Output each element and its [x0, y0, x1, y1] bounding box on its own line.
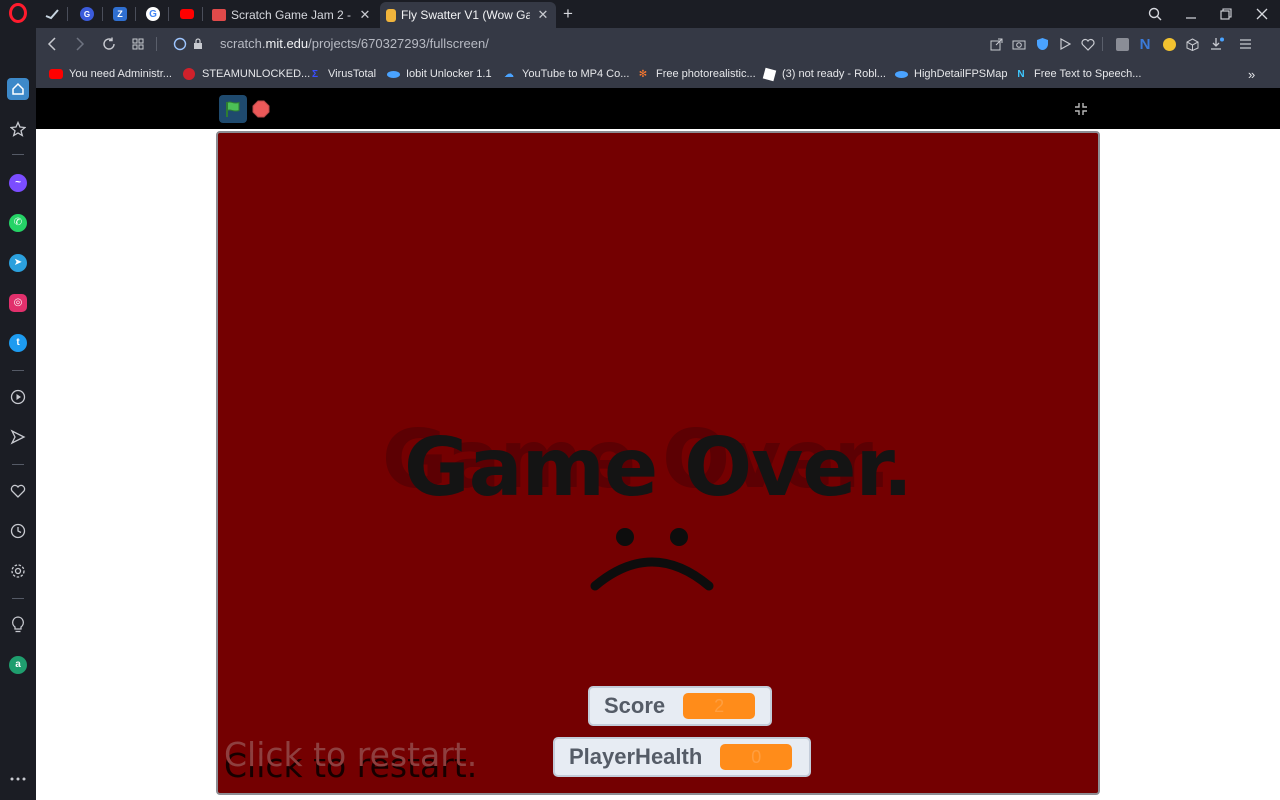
lightbulb-icon[interactable]	[7, 614, 29, 636]
scratch-fullscreen-page: Game Over. Game Over. Score 2 PlayerHeal…	[36, 88, 1280, 800]
stage-controls-bar	[36, 88, 1280, 129]
virustotal-icon: Σ	[311, 68, 318, 80]
aria-icon[interactable]: a	[7, 654, 29, 676]
extension-icon[interactable]	[1113, 35, 1131, 53]
camera-icon[interactable]	[1010, 35, 1028, 53]
reload-icon[interactable]	[99, 34, 119, 54]
stop-button[interactable]	[252, 100, 270, 118]
heart-icon[interactable]	[1079, 35, 1097, 53]
tab-strip: G Z G Scratch Game Jam 2 - Wow ✕ Fly Swa…	[36, 0, 1280, 28]
home-icon[interactable]	[7, 78, 29, 100]
scratch-tab-icon	[386, 8, 396, 22]
heart-icon[interactable]	[7, 480, 29, 502]
history-icon[interactable]	[7, 520, 29, 542]
lock-icon[interactable]	[188, 34, 208, 54]
green-flag-icon	[226, 101, 240, 117]
exit-fullscreen-button[interactable]	[1072, 100, 1090, 118]
back-icon[interactable]	[42, 34, 62, 54]
more-icon[interactable]	[7, 768, 29, 790]
whatsapp-icon[interactable]: ✆	[7, 212, 29, 234]
bookmark-item[interactable]: HighDetailFPSMap	[894, 66, 1008, 82]
iobit-icon	[894, 67, 908, 81]
roblox-icon	[762, 67, 776, 81]
shield-icon[interactable]	[1033, 35, 1051, 53]
url-field[interactable]: scratch.mit.edu/projects/670327293/fulls…	[220, 36, 489, 51]
new-tab-button[interactable]: +	[556, 4, 580, 24]
bookmark-item[interactable]: STEAMUNLOCKED...	[182, 66, 310, 82]
tab-title: Fly Swatter V1 (Wow Game	[401, 8, 530, 22]
vpn-icon[interactable]	[170, 34, 190, 54]
player-health-label: PlayerHealth	[569, 744, 703, 769]
minimize-icon[interactable]	[1179, 4, 1203, 24]
extension-icon[interactable]	[1160, 35, 1178, 53]
download-icon[interactable]	[1208, 35, 1226, 53]
tab-scratch-game-jam[interactable]: Scratch Game Jam 2 - Wow ✕	[206, 2, 378, 28]
close-icon[interactable]: ✕	[358, 7, 372, 23]
game-stage[interactable]: Game Over. Game Over. Score 2 PlayerHeal…	[216, 131, 1100, 795]
opera-sidebar: ~ ✆ ➤ ◎ t a	[0, 0, 36, 800]
sad-face-icon	[590, 528, 714, 591]
steam-pinned-tab-icon[interactable]	[43, 5, 61, 23]
extension-icon[interactable]: N	[1136, 35, 1154, 53]
more-bookmarks-button[interactable]: »	[1248, 66, 1255, 82]
window-close-icon[interactable]	[1250, 4, 1274, 24]
pinwheel-icon: ✻	[638, 68, 648, 80]
youtube-pinned-tab-icon[interactable]	[178, 5, 196, 23]
steamunlocked-icon	[182, 67, 196, 81]
iobit-icon	[386, 67, 400, 81]
star-icon[interactable]	[7, 118, 29, 140]
player-health-value: 0	[720, 744, 793, 770]
settings-icon[interactable]	[7, 560, 29, 582]
youtube-icon	[49, 67, 63, 81]
score-monitor: Score 2	[588, 686, 772, 726]
pinned-tab-icon[interactable]: G	[78, 5, 96, 23]
bookmark-item[interactable]: (3) not ready - Robl...	[762, 66, 886, 82]
telegram-icon[interactable]: ➤	[7, 252, 29, 274]
opera-logo-icon[interactable]	[7, 2, 29, 24]
address-bar: scratch.mit.edu/projects/670327293/fulls…	[36, 28, 1280, 60]
search-tabs-icon[interactable]	[1143, 4, 1167, 24]
tab-title: Scratch Game Jam 2 - Wow	[231, 8, 352, 22]
pinned-tab-icon[interactable]: Z	[111, 5, 129, 23]
close-icon[interactable]: ✕	[536, 7, 550, 23]
restore-icon[interactable]	[1214, 4, 1238, 24]
instagram-icon[interactable]: ◎	[7, 292, 29, 314]
forward-icon[interactable]	[70, 34, 90, 54]
green-flag-button[interactable]	[219, 95, 247, 123]
click-to-restart-text[interactable]: Click to restart.	[224, 738, 477, 771]
share-icon[interactable]	[987, 35, 1005, 53]
bookmark-item[interactable]: Σ VirusTotal	[308, 66, 376, 82]
player-health-monitor: PlayerHealth 0	[553, 737, 811, 777]
bookmarks-bar: You need Administr... STEAMUNLOCKED... Σ…	[36, 60, 1280, 88]
google-pinned-tab-icon[interactable]: G	[144, 5, 162, 23]
bookmark-item[interactable]: Iobit Unlocker 1.1	[386, 66, 492, 82]
bookmark-item[interactable]: You need Administr...	[49, 66, 172, 82]
naturalreader-icon: N	[1017, 68, 1025, 80]
send-icon[interactable]	[7, 426, 29, 448]
scratch-tab-icon	[212, 9, 226, 21]
cube-icon[interactable]	[1183, 35, 1201, 53]
score-label: Score	[604, 693, 666, 718]
tab-fly-swatter[interactable]: Fly Swatter V1 (Wow Game ✕	[380, 2, 556, 28]
bookmark-item[interactable]: ☁ YouTube to MP4 Co...	[502, 66, 629, 82]
easy-setup-icon[interactable]	[1236, 35, 1254, 53]
cloud-icon: ☁	[504, 68, 514, 80]
score-value: 2	[683, 693, 756, 719]
tiles-icon[interactable]	[128, 34, 148, 54]
messenger-icon[interactable]: ~	[7, 172, 29, 194]
bookmark-item[interactable]: N Free Text to Speech...	[1014, 66, 1141, 82]
exit-fullscreen-icon	[1075, 103, 1087, 115]
twitter-icon[interactable]: t	[7, 332, 29, 354]
game-over-text: Game Over.	[404, 421, 913, 514]
play-icon[interactable]	[1056, 35, 1074, 53]
stop-icon	[252, 100, 270, 118]
bookmark-item[interactable]: ✻ Free photorealistic...	[636, 66, 756, 82]
player-icon[interactable]	[7, 386, 29, 408]
